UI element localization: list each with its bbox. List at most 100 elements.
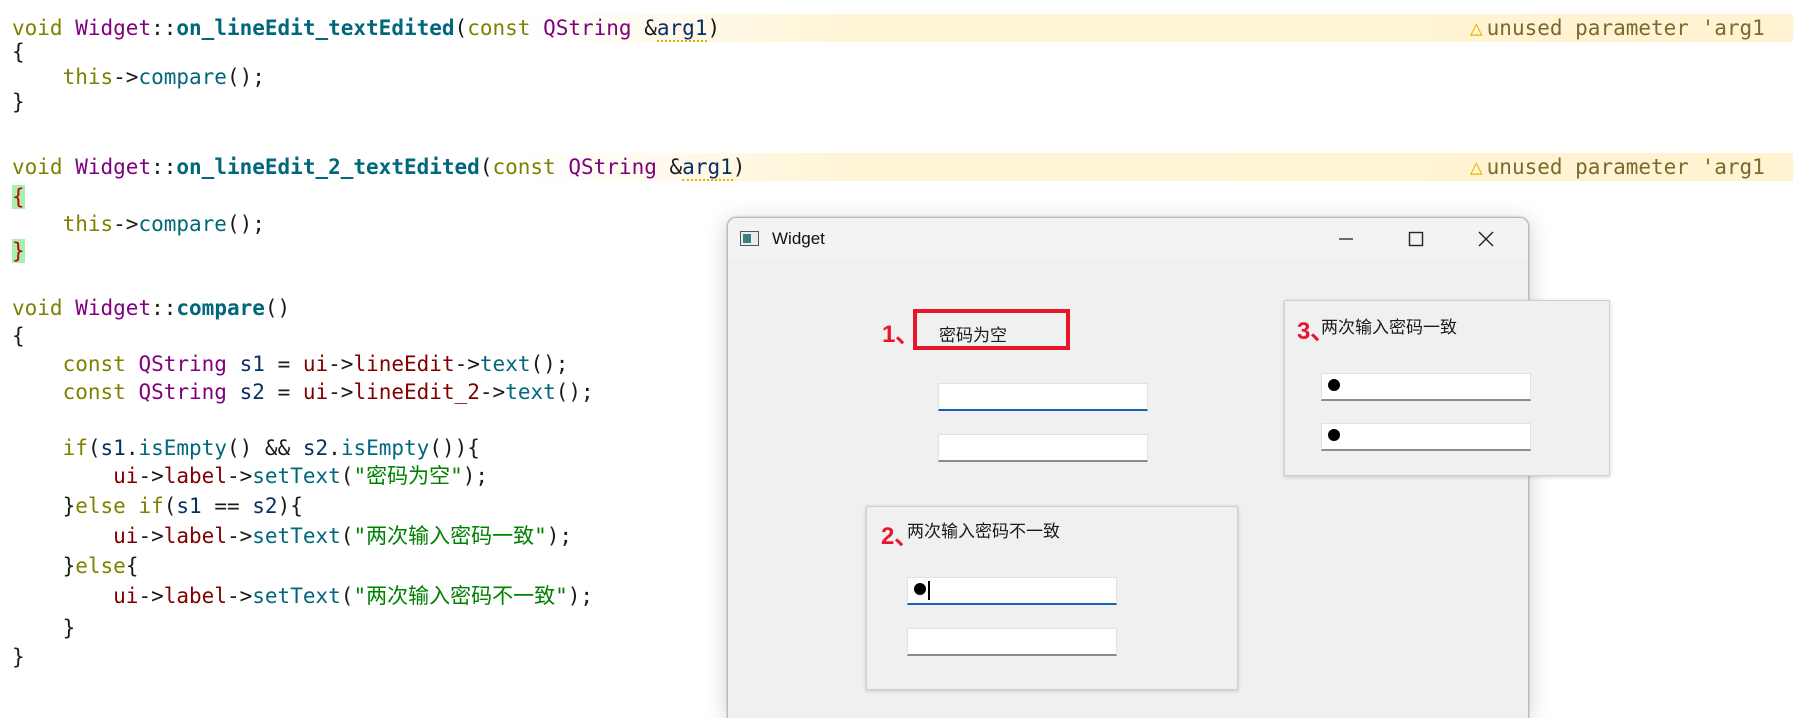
code-token: label: [163, 584, 227, 608]
status-label: 两次输入密码不一致: [907, 522, 1060, 542]
code-token: ->: [226, 464, 253, 488]
code-token: lineEdit: [353, 352, 455, 376]
code-token: s1: [100, 436, 126, 460]
code-token: setText: [252, 584, 341, 608]
code-token: &: [631, 16, 657, 40]
code-token: ->: [226, 584, 253, 608]
code-token: ();: [226, 212, 265, 236]
code-token: ::: [151, 16, 177, 40]
code-token: void: [12, 16, 63, 40]
code-token: ui: [113, 524, 139, 548]
code-token: (: [163, 494, 177, 518]
warning-icon: △: [1470, 16, 1483, 40]
code-token: lineEdit_2: [353, 380, 480, 404]
code-token: ->: [138, 524, 164, 548]
code-token: () &&: [227, 436, 303, 460]
code-token: ::: [151, 155, 177, 179]
code-token: s2: [239, 380, 265, 404]
code-token: Widget: [75, 155, 152, 179]
status-label: 密码为空: [939, 326, 1007, 346]
minimize-icon: [1339, 238, 1353, 240]
password-input-2[interactable]: [938, 434, 1148, 462]
code-token: ();: [555, 380, 594, 404]
warning-annotation[interactable]: △ unused parameter 'arg1: [1470, 153, 1765, 181]
code-line: void Widget::on_lineEdit_2_textEdited(co…: [0, 153, 1793, 181]
code-token: s1: [176, 494, 202, 518]
password-input-1[interactable]: [1321, 373, 1531, 401]
code-token: "两次输入密码一致": [353, 524, 547, 548]
state-panel-mismatch: 2、 两次输入密码不一致: [866, 506, 1238, 690]
code-token: .: [125, 436, 139, 460]
password-mask-dot: [914, 583, 926, 595]
code-token: ->: [328, 352, 354, 376]
code-token: ): [707, 16, 721, 40]
code-token: arg1: [682, 155, 733, 181]
password-mask-dot: [1328, 379, 1340, 391]
code-token: }: [62, 616, 76, 640]
code-token: {: [125, 554, 139, 578]
code-token: else if: [75, 494, 164, 518]
code-token: QString: [138, 352, 227, 376]
code-token: this: [62, 65, 114, 89]
code-token: (): [264, 296, 291, 320]
code-token: ()){: [429, 436, 480, 460]
code-token: ->: [226, 524, 253, 548]
title-bar[interactable]: Widget: [728, 218, 1528, 260]
code-token: compare: [138, 65, 227, 89]
code-token: }: [62, 494, 76, 518]
text-caret: [928, 581, 930, 600]
warning-text: unused parameter 'arg1: [1486, 155, 1765, 179]
code-token: (: [454, 16, 468, 40]
code-token: isEmpty: [340, 436, 430, 460]
maximize-button[interactable]: [1381, 218, 1451, 260]
state-panel-match: 3、 两次输入密码一致: [1284, 300, 1610, 476]
code-token: QString: [138, 380, 227, 404]
minimize-button[interactable]: [1311, 218, 1381, 260]
code-token: );: [546, 524, 573, 548]
code-token: if: [62, 436, 88, 460]
password-input-1[interactable]: [907, 577, 1117, 605]
maximize-icon: [1408, 231, 1424, 247]
password-input-1[interactable]: [938, 383, 1148, 411]
code-token: const: [467, 16, 531, 40]
code-token: ->: [138, 584, 164, 608]
warning-annotation[interactable]: △ unused parameter 'arg1: [1470, 14, 1765, 42]
app-icon: [740, 231, 759, 246]
code-token: .: [328, 436, 341, 460]
code-token: void: [12, 155, 63, 179]
code-token: );: [567, 584, 594, 608]
code-token: const: [62, 380, 126, 404]
code-token: }: [62, 554, 76, 578]
code-token: ->: [328, 380, 354, 404]
code-token: ->: [113, 212, 139, 236]
status-label: 两次输入密码一致: [1321, 318, 1457, 338]
code-token: (: [340, 464, 354, 488]
code-token: ){: [277, 494, 303, 518]
code-token: s1: [239, 352, 265, 376]
code-token: setText: [252, 524, 341, 548]
code-token: this: [62, 212, 114, 236]
password-input-2[interactable]: [907, 628, 1117, 656]
code-token: ->: [113, 65, 139, 89]
code-token: arg1: [656, 16, 708, 42]
code-token: compare: [176, 296, 265, 320]
code-token: void: [12, 296, 63, 320]
code-token: compare: [138, 212, 227, 236]
code-token: }: [12, 90, 25, 114]
code-token: "密码为空": [353, 464, 463, 488]
code-token: ();: [226, 65, 265, 89]
code-token: ui: [113, 584, 139, 608]
code-token: on_lineEdit_textEdited: [176, 16, 455, 40]
code-token: QString: [543, 16, 632, 40]
password-input-2[interactable]: [1321, 423, 1531, 451]
code-token: text: [479, 352, 531, 376]
code-token: else: [75, 554, 126, 578]
matched-brace: {: [12, 185, 25, 209]
code-token: ->: [479, 380, 506, 404]
code-line: }: [0, 88, 1793, 116]
code-token: QString: [568, 155, 657, 179]
code-token: }: [12, 645, 25, 669]
code-token: "两次输入密码不一致": [353, 584, 568, 608]
code-token: s2: [302, 436, 329, 460]
close-button[interactable]: [1451, 218, 1521, 260]
